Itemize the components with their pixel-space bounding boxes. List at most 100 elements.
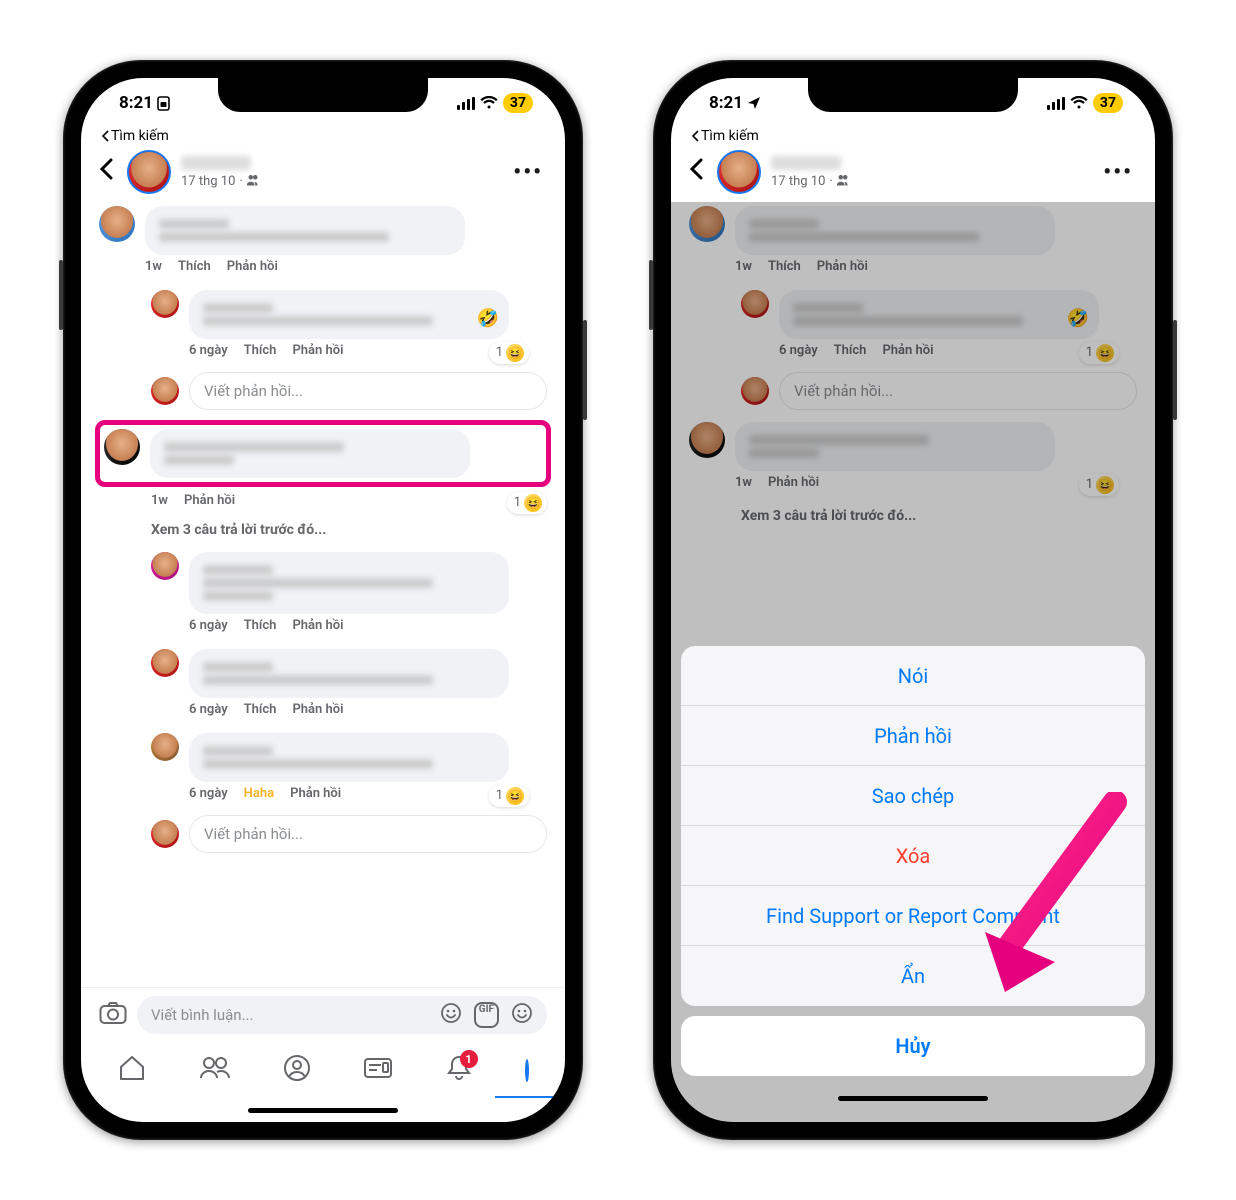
- phone-left: 8:21 37 Tìm kiếm: [63, 60, 583, 1140]
- comment-reply[interactable]: 6 ngày Haha Phản hồi 1😆: [81, 729, 565, 813]
- view-previous-replies[interactable]: Xem 3 câu trả lời trước đó...: [81, 516, 565, 548]
- comment-bubble[interactable]: 🤣: [189, 290, 509, 339]
- sheet-delete[interactable]: Xóa: [681, 826, 1145, 886]
- comment-bubble[interactable]: [189, 552, 509, 614]
- like-button[interactable]: Thích: [244, 618, 277, 633]
- laugh-emoji: 🤣: [477, 308, 499, 329]
- commenter-avatar[interactable]: [151, 290, 179, 318]
- comment-time: 6 ngày: [189, 786, 228, 801]
- notification-badge: 1: [460, 1050, 478, 1068]
- reply-button[interactable]: Phản hồi: [292, 618, 343, 633]
- reaction-count[interactable]: 1😆: [489, 785, 529, 807]
- comment[interactable]: 1w Thích Phản hồi: [81, 202, 565, 286]
- composer: Viết bình luận... GIF: [81, 987, 565, 1042]
- commenter-avatar[interactable]: [151, 649, 179, 677]
- comment-bubble[interactable]: [189, 733, 509, 782]
- gif-icon[interactable]: GIF: [474, 1002, 499, 1028]
- post-date: 17 thg 10·: [771, 174, 1089, 189]
- comments-area: 1w Thích Phản hồi 🤣 6 ngày: [81, 202, 565, 987]
- commenter-avatar[interactable]: [151, 552, 179, 580]
- home-indicator[interactable]: [81, 1098, 565, 1122]
- comment-reply[interactable]: 6 ngày Thích Phản hồi: [81, 548, 565, 645]
- emoji-icon[interactable]: [511, 1002, 533, 1028]
- breadcrumb[interactable]: Tìm kiếm: [671, 128, 1155, 146]
- reply-button[interactable]: Phản hồi: [292, 702, 343, 717]
- sheet-copy[interactable]: Sao chép: [681, 766, 1145, 826]
- sheet-hide[interactable]: Ẩn: [681, 946, 1145, 1006]
- like-button[interactable]: Thích: [244, 702, 277, 717]
- cellular-icon: [457, 97, 475, 110]
- sheet-reply[interactable]: Phản hồi: [681, 706, 1145, 766]
- comment-time: 1w: [145, 259, 162, 274]
- comments-area: 1w Thích Phản hồi 🤣 6 ngày: [671, 202, 1155, 1122]
- post-header: 17 thg 10· •••: [671, 146, 1155, 202]
- self-avatar[interactable]: [151, 377, 179, 405]
- highlighted-comment: [95, 420, 551, 487]
- sim-icon: [157, 96, 170, 111]
- post-author-name[interactable]: [181, 156, 251, 170]
- back-button[interactable]: [99, 157, 117, 187]
- tab-notifications[interactable]: 1: [446, 1054, 472, 1086]
- notch: [218, 78, 428, 112]
- breadcrumb[interactable]: Tìm kiếm: [81, 128, 565, 146]
- location-icon: [747, 96, 761, 110]
- comment-time: 6 ngày: [189, 702, 228, 717]
- tab-bar: 1: [81, 1042, 565, 1098]
- comment-bubble[interactable]: [189, 649, 509, 698]
- tab-friends[interactable]: [199, 1056, 231, 1084]
- sheet-speak[interactable]: Nói: [681, 646, 1145, 706]
- status-time: 8:21: [119, 93, 153, 113]
- post-header: 17 thg 10· •••: [81, 146, 565, 202]
- reply-input-row: Viết phản hồi...: [81, 370, 565, 418]
- back-button[interactable]: [689, 157, 707, 187]
- commenter-avatar[interactable]: [151, 733, 179, 761]
- sheet-report[interactable]: Find Support or Report Comment: [681, 886, 1145, 946]
- comment-time: 6 ngày: [189, 618, 228, 633]
- haha-button[interactable]: Haha: [244, 786, 274, 801]
- commenter-avatar[interactable]: [104, 429, 140, 465]
- post-author-avatar[interactable]: [127, 150, 171, 194]
- post-date: 17 thg 10·: [181, 174, 499, 189]
- cellular-icon: [1047, 97, 1065, 110]
- comment-time: 1w: [151, 493, 168, 508]
- comment-reply[interactable]: 🤣 6 ngày Thích Phản hồi 1😆: [81, 286, 565, 370]
- battery-level: 37: [503, 93, 533, 113]
- reply-button[interactable]: Phản hồi: [292, 343, 343, 358]
- wifi-icon: [480, 96, 498, 110]
- comment-time: 6 ngày: [189, 343, 228, 358]
- status-time: 8:21: [709, 93, 743, 113]
- phone-right: 8:21 37 Tìm kiếm: [653, 60, 1173, 1140]
- action-sheet: Nói Phản hồi Sao chép Xóa Find Support o…: [681, 646, 1145, 1110]
- reply-input-row: Viết phản hồi...: [81, 813, 565, 861]
- sticker-icon[interactable]: [440, 1002, 462, 1028]
- like-button[interactable]: Thích: [178, 259, 211, 274]
- comment-reply[interactable]: 6 ngày Thích Phản hồi: [81, 645, 565, 729]
- self-avatar[interactable]: [151, 820, 179, 848]
- reply-button[interactable]: Phản hồi: [227, 259, 278, 274]
- comment-bubble[interactable]: [145, 206, 465, 255]
- tab-news[interactable]: [363, 1057, 393, 1083]
- notch: [808, 78, 1018, 112]
- post-author-avatar[interactable]: [717, 150, 761, 194]
- reaction-count[interactable]: 1😆: [489, 342, 529, 364]
- sheet-cancel[interactable]: Hủy: [681, 1016, 1145, 1076]
- more-button[interactable]: •••: [1099, 156, 1137, 189]
- tab-home[interactable]: [118, 1055, 146, 1085]
- reply-input[interactable]: Viết phản hồi...: [189, 372, 547, 410]
- wifi-icon: [1070, 96, 1088, 110]
- reaction-count[interactable]: 1😆: [507, 492, 547, 514]
- home-indicator[interactable]: [681, 1086, 1145, 1110]
- more-button[interactable]: •••: [509, 156, 547, 189]
- post-author-name[interactable]: [771, 156, 841, 170]
- like-button[interactable]: Thích: [244, 343, 277, 358]
- commenter-avatar[interactable]: [99, 206, 135, 242]
- reply-button[interactable]: Phản hồi: [290, 786, 341, 801]
- battery-level: 37: [1093, 93, 1123, 113]
- camera-icon[interactable]: [99, 1001, 127, 1029]
- tab-profile[interactable]: [284, 1055, 310, 1085]
- reply-button[interactable]: Phản hồi: [184, 493, 235, 508]
- comment-input[interactable]: Viết bình luận... GIF: [137, 996, 547, 1034]
- tab-menu[interactable]: [525, 1061, 529, 1080]
- reply-input[interactable]: Viết phản hồi...: [189, 815, 547, 853]
- comment-bubble[interactable]: [150, 429, 470, 478]
